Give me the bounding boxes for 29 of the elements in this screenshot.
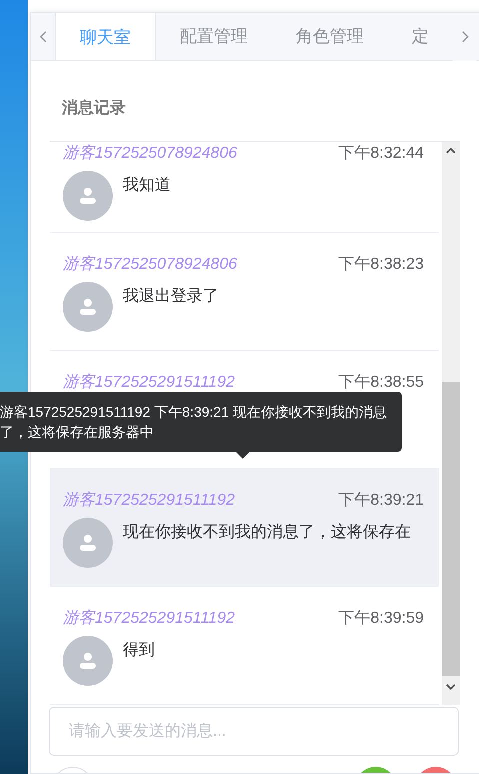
message-text: 我退出登录了 bbox=[123, 286, 219, 307]
user-name: 游客1572525291511192 bbox=[63, 490, 235, 511]
user-name: 游客1572525291511192 bbox=[63, 372, 235, 393]
avatar-icon bbox=[63, 171, 113, 221]
arrow-up-icon[interactable] bbox=[446, 148, 456, 154]
message-time: 下午8:39:21 bbox=[338, 491, 425, 511]
message-text: 现在你接收不到我的消息了，这将保存在 bbox=[123, 522, 411, 543]
avatar-icon bbox=[63, 518, 113, 568]
arrow-down-icon[interactable] bbox=[446, 684, 456, 690]
chevron-right-icon bbox=[462, 31, 468, 43]
section-title: 消息记录 bbox=[62, 98, 126, 119]
message-time: 下午8:38:55 bbox=[338, 373, 425, 393]
user-name: 游客1572525078924806 bbox=[63, 144, 238, 164]
message-text: 得到 bbox=[123, 641, 155, 661]
message-field[interactable]: 请输入要发送的消息... bbox=[69, 720, 439, 744]
message-item[interactable]: 游客1572525078924806 下午8:32:44 我知道 bbox=[50, 142, 439, 233]
message-time: 下午8:38:23 bbox=[338, 255, 425, 275]
message-item[interactable]: 游客1572525291511192 下午8:39:21 现在你接收不到我的消息了，这将保存在 bbox=[50, 469, 439, 587]
user-name: 游客1572525291511192 bbox=[63, 608, 235, 629]
message-time: 下午8:32:44 bbox=[338, 144, 425, 164]
scrollbar[interactable] bbox=[442, 142, 460, 705]
scrollbar-thumb[interactable] bbox=[442, 382, 460, 676]
user-name: 游客1572525078924806 bbox=[63, 254, 238, 275]
message-time: 下午8:39:59 bbox=[338, 609, 425, 629]
message-text: 我知道 bbox=[123, 176, 171, 196]
message-input[interactable]: 请输入要发送的消息... bbox=[49, 707, 459, 756]
avatar-icon bbox=[63, 282, 113, 332]
avatar-icon bbox=[63, 636, 113, 686]
chevron-left-icon bbox=[40, 31, 46, 43]
